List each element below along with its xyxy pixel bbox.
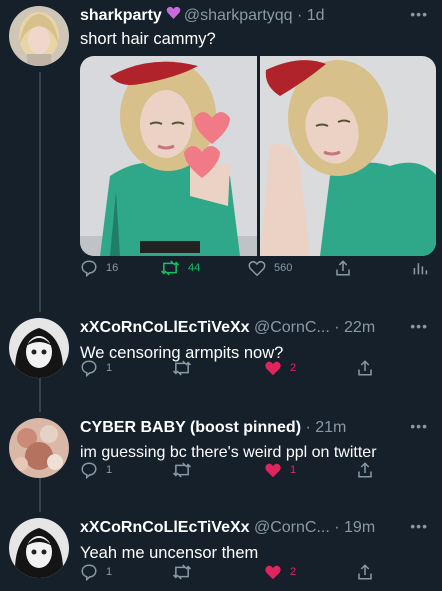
tweet[interactable]: CYBER BABY (boost pinned) · 21m ••• im g… [0,400,442,500]
retweet-count: 44 [188,262,201,274]
display-name[interactable]: sharkparty [80,6,162,26]
tweet-media[interactable] [80,56,436,256]
heart-filled-icon [265,565,281,579]
tweet-text: Yeah me uncensor them [80,544,259,562]
timestamp[interactable]: 22m [344,318,375,338]
heart-filled-icon [265,463,281,477]
reply-button[interactable]: 16 [80,259,118,277]
retweet-button[interactable]: 44 [160,259,200,277]
separator-dot: · [329,319,345,336]
reply-icon [81,360,97,377]
reply-button[interactable]: 1 [80,461,112,479]
share-button[interactable] [356,461,374,479]
share-button[interactable] [356,563,374,581]
retweet-icon [172,360,192,376]
display-name[interactable]: CYBER BABY (boost pinned) [80,418,301,438]
reply-icon [81,462,97,479]
reply-icon [81,260,97,277]
tweet-text: im guessing bc there's weird ppl on twit… [80,444,377,461]
analytics-icon [413,263,428,275]
share-button[interactable] [334,259,352,277]
tweet-feed: sharkparty @sharkpartyqq · 1d ••• short … [0,0,442,591]
retweet-button[interactable] [172,461,192,479]
timestamp[interactable]: 21m [315,418,346,438]
tweet-header: xXCoRnCoLlEcTiVeXx @CornC... · 19m [80,518,434,538]
share-button[interactable] [356,359,374,377]
reply-button[interactable]: 1 [80,563,112,581]
heart-filled-icon [265,361,281,375]
reply-count: 16 [106,262,119,274]
like-button[interactable]: 560 [248,260,292,277]
share-icon [336,260,350,276]
retweet-button[interactable] [172,359,192,377]
tweet-text: We censoring armpits now? [80,344,284,362]
tweet-text: short hair cammy? [80,30,216,48]
tweet-header: sharkparty @sharkpartyqq · 1d [80,6,434,26]
tweet[interactable]: xXCoRnCoLlEcTiVeXx @CornC... · 22m ••• W… [0,300,442,400]
avatar[interactable] [9,418,69,478]
tweet-header: CYBER BABY (boost pinned) · 21m [80,418,434,438]
more-options-icon[interactable]: ••• [410,418,428,434]
retweet-button[interactable] [172,563,192,581]
like-count: 2 [290,566,297,578]
photo[interactable] [259,56,436,256]
more-options-icon[interactable]: ••• [410,518,428,534]
separator-dot: · [329,519,345,536]
like-button[interactable]: 2 [264,564,296,581]
retweet-icon [172,462,192,478]
analytics-button[interactable] [412,260,428,276]
display-name[interactable]: xXCoRnCoLlEcTiVeXx [80,518,250,538]
tweet-header: xXCoRnCoLlEcTiVeXx @CornC... · 22m [80,318,434,338]
reply-count: 1 [106,464,113,476]
avatar[interactable] [9,518,69,578]
more-options-icon[interactable]: ••• [410,318,428,334]
retweet-icon [172,564,192,580]
reply-button[interactable]: 1 [80,359,112,377]
tweet[interactable]: xXCoRnCoLlEcTiVeXx @CornC... · 19m ••• Y… [0,500,442,591]
separator-dot: · [301,419,316,436]
share-icon [358,462,372,478]
separator-dot: · [292,7,307,24]
like-count: 560 [274,262,293,274]
heart-icon [248,260,266,276]
heart-badge-icon [166,6,181,20]
like-button[interactable]: 1 [264,462,296,479]
more-options-icon[interactable]: ••• [410,6,428,22]
avatar[interactable] [9,318,69,378]
retweet-icon [160,260,180,276]
handle[interactable]: @CornC... [254,518,330,538]
like-button[interactable]: 2 [264,360,296,377]
timestamp[interactable]: 19m [344,518,375,538]
share-icon [358,564,372,580]
photo[interactable] [80,56,257,256]
handle[interactable]: @CornC... [254,318,330,338]
handle[interactable]: @sharkpartyqq [184,6,293,26]
reply-count: 1 [106,362,113,374]
like-count: 1 [290,464,297,476]
reply-icon [81,564,97,581]
reply-count: 1 [106,566,113,578]
avatar[interactable] [9,6,69,66]
like-count: 2 [290,362,297,374]
share-icon [358,360,372,376]
tweet[interactable]: sharkparty @sharkpartyqq · 1d ••• short … [0,0,442,300]
display-name[interactable]: xXCoRnCoLlEcTiVeXx [80,318,250,338]
timestamp[interactable]: 1d [307,6,325,26]
